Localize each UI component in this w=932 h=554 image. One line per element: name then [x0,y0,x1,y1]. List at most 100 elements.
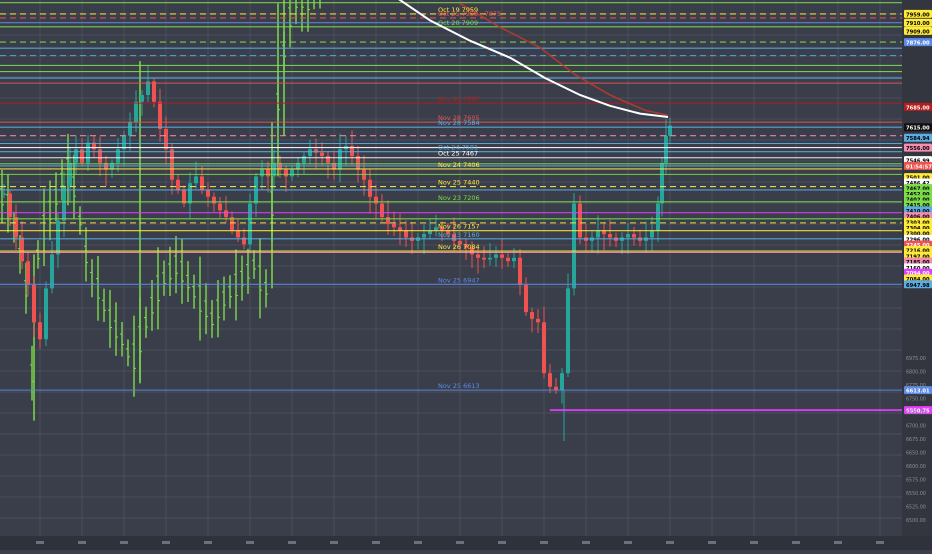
price-level-label: Nov 23 7160 [438,231,480,239]
candle-down [518,257,522,285]
chart-root[interactable]: Oct 19 7959 Oct 25 7959 - 7875 Oct 20 7909… [0,0,932,550]
candle-down [386,217,390,224]
candle-down [506,257,510,262]
price-level-label: Nov 26 7084 [438,243,480,251]
candle-up [308,149,312,157]
time-axis-tick [834,541,842,544]
candle-down [608,234,612,238]
candle-down [284,169,288,177]
price-tag-label: 7876.00 [906,41,930,47]
price-tag-label: 7959.00 [906,12,930,18]
time-axis-tick [708,541,716,544]
time-axis-tick [330,541,338,544]
candle-up [260,169,264,177]
candle-up [494,254,498,258]
candle-up [134,101,138,123]
time-axis-tick [792,541,800,544]
price-level-label: Nov 25 7440 [438,179,480,187]
price-level-label: Nov 23 7206 [438,194,480,202]
candle-down [524,284,528,313]
candle-up [248,203,252,245]
candle-up [44,288,48,340]
candle-up [338,149,342,170]
candle-down [404,230,408,238]
candle-down [26,261,30,285]
time-axis-tick [288,541,296,544]
candle-up [656,203,660,231]
price-scale-tick: 6725.00 [906,410,926,416]
candle-down [578,203,582,238]
price-tag-label: 7909.00 [906,29,930,35]
price-level-label: Oct 20 7909 [438,19,478,27]
candle-down [206,189,210,197]
price-level-label: Nov 28 7584 [438,119,480,127]
time-axis[interactable] [0,536,932,550]
price-level-label: Nov 24 7406 [438,161,480,169]
candle-down [38,322,42,340]
time-axis-tick [246,541,254,544]
price-chart[interactable]: Oct 19 7959Oct 25 7959 - 7875Oct 20 7909… [0,0,932,550]
candle-down [380,203,384,218]
price-scale-tick: 6550.00 [906,491,926,497]
price-level-label: Nov 26 7157 [438,223,480,231]
candle-up [512,257,516,262]
time-axis-tick [498,541,506,544]
price-tag-label: 7615.00 [906,126,930,132]
candle-up [572,203,576,289]
price-tag-label: 01:54:57 [906,164,932,170]
price-scale-tick: 6675.00 [906,437,926,443]
price-scale-tick: 6975.00 [906,356,926,362]
candle-down [170,149,174,180]
price-level-label: Nov 25 6947 [438,276,480,284]
time-axis-tick [162,541,170,544]
candle-down [14,217,18,238]
time-axis-tick [78,541,86,544]
candle-up [422,234,426,238]
candle-down [164,128,168,150]
candle-down [224,210,228,218]
candle-down [548,373,552,387]
candle-down [536,318,540,323]
candle-up [596,230,600,238]
time-axis-tick [204,541,212,544]
candle-down [218,203,222,211]
candle-up [2,193,6,195]
price-scale-tick: 6775.00 [906,383,926,389]
time-axis-tick [876,541,884,544]
candle-down [482,257,486,260]
price-scale-tick: 6500.00 [906,518,926,524]
candle-up [560,373,564,391]
time-axis-tick [36,541,44,544]
time-axis-tick [414,541,422,544]
price-level-label: Oct 25 7959 - 7875 [438,10,501,18]
candle-up [50,254,54,289]
candle-down [476,254,480,258]
candle-up [626,234,630,238]
candle-down [530,312,534,319]
candle-down [32,284,36,323]
price-scale-tick: 6800.00 [906,370,926,376]
candle-up [566,288,570,374]
price-scale-tick: 6650.00 [906,451,926,457]
candle-down [392,223,396,228]
time-axis-tick [120,541,128,544]
candle-down [320,152,324,157]
candle-down [326,156,330,163]
price-tag-label: 7910.00 [906,21,930,27]
time-axis-tick [456,541,464,544]
price-scale-tick: 6575.00 [906,478,926,484]
price-scale-tick: 6525.00 [906,505,926,511]
candle-down [212,196,216,204]
candle-up [56,220,60,255]
time-axis-tick [750,541,758,544]
candle-up [488,257,492,260]
candle-up [62,186,66,221]
price-tag-label: 6613.01 [906,389,930,395]
price-level-label: Nov 26 7685 [438,95,480,103]
candle-up [194,176,198,184]
candle-down [20,237,24,262]
price-scale-tick: 6700.00 [906,424,926,430]
price-tag-label: 6947.98 [906,283,930,289]
time-axis-tick [582,541,590,544]
price-scale[interactable]: 7959.00 7910.00 7909.00 7876.00 7685.00 7615.… [902,0,932,536]
